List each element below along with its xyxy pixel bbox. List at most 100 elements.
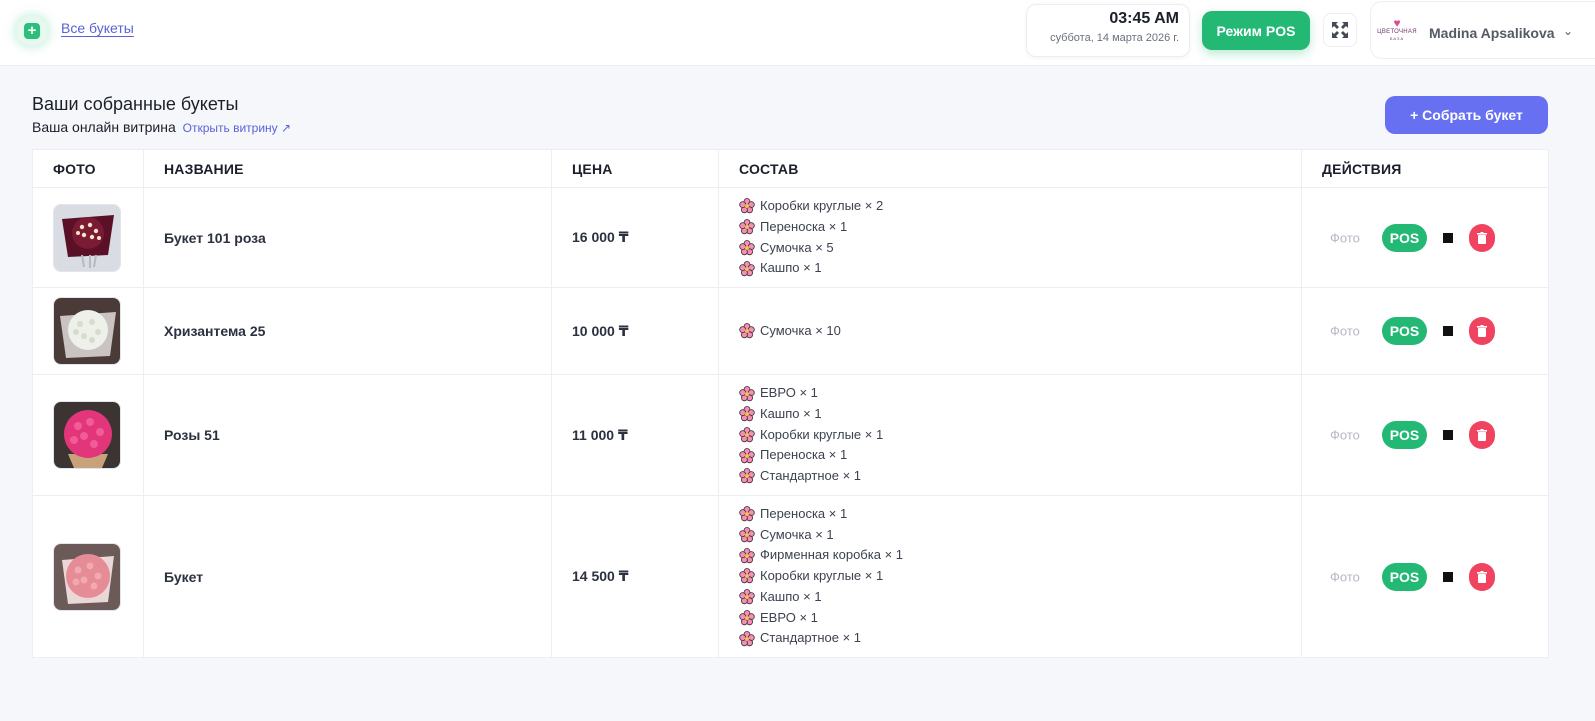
list-item: Коробки круглые × 2 <box>739 196 1301 217</box>
column-header-name: НАЗВАНИЕ <box>143 149 552 188</box>
list-item: Сумочка × 1 <box>739 525 1301 546</box>
build-bouquet-button[interactable]: + Собрать букет <box>1385 96 1548 134</box>
list-item: Коробки круглые × 1 <box>739 566 1301 587</box>
flower-icon <box>739 589 755 605</box>
user-name: Madina Apsalikova <box>1429 25 1555 41</box>
flower-icon <box>739 260 755 276</box>
flower-icon <box>739 547 755 563</box>
photo-action-button[interactable]: Фото <box>1330 428 1360 443</box>
pos-mode-button[interactable]: Режим POS <box>1202 11 1310 50</box>
add-bouquet-button[interactable]: + <box>16 16 48 46</box>
flower-icon <box>739 447 755 463</box>
list-item: Переноска × 1 <box>739 504 1301 525</box>
trash-icon <box>1477 429 1487 441</box>
list-item: Фирменная коробка × 1 <box>739 545 1301 566</box>
trash-icon <box>1477 231 1487 244</box>
bouquet-price: 11 000 ₸ <box>551 374 719 496</box>
list-item: ЕВРО × 1 <box>739 383 1301 404</box>
bouquet-photo[interactable] <box>53 297 121 365</box>
flower-icon <box>739 427 755 443</box>
qr-code-icon[interactable] <box>1443 232 1453 243</box>
row-actions: Фото POS <box>1302 375 1548 495</box>
trash-icon <box>1477 570 1487 583</box>
composition-list: ЕВРО × 1 Кашпо × 1 Коробки круглые × 1 П… <box>739 383 1301 487</box>
fullscreen-button[interactable] <box>1323 13 1357 47</box>
photo-action-button[interactable]: Фото <box>1330 230 1360 245</box>
pos-action-button[interactable]: POS <box>1382 562 1427 591</box>
bouquets-table: ФОТО НАЗВАНИЕ ЦЕНА СОСТАВ ДЕЙСТВИЯ Букет… <box>32 149 1549 658</box>
heart-icon: ♥ <box>1393 16 1401 30</box>
flower-icon <box>739 219 755 235</box>
flower-icon <box>739 198 755 214</box>
flower-icon <box>739 385 755 401</box>
qr-code-icon[interactable] <box>1443 571 1453 582</box>
plus-icon: + <box>24 23 40 39</box>
flower-icon <box>739 323 755 339</box>
all-bouquets-link[interactable]: Все букеты <box>61 20 134 36</box>
delete-button[interactable] <box>1469 223 1495 252</box>
trash-icon <box>1477 325 1487 337</box>
list-item: Стандартное × 1 <box>739 628 1301 649</box>
user-menu[interactable]: ♥ ЦВЕТОЧНАЯ БАЗА Madina Apsalikova ⌄ <box>1370 1 1595 59</box>
list-item: Сумочка × 10 <box>739 321 1301 342</box>
row-actions: Фото POS <box>1302 188 1548 287</box>
bouquet-name: Розы 51 <box>143 374 552 496</box>
list-item: Кашпо × 1 <box>739 404 1301 425</box>
bouquet-photo[interactable] <box>53 401 121 469</box>
table-row: Хризантема 25 10 000 ₸ Сумочка × 10 Фото… <box>32 287 1549 375</box>
list-item: Переноска × 1 <box>739 445 1301 466</box>
flower-icon <box>739 630 755 646</box>
list-item: ЕВРО × 1 <box>739 608 1301 629</box>
pos-action-button[interactable]: POS <box>1382 317 1427 345</box>
qr-code-icon[interactable] <box>1443 430 1453 440</box>
column-header-actions: ДЕЙСТВИЯ <box>1301 149 1549 188</box>
flower-icon <box>739 406 755 422</box>
bouquet-photo[interactable] <box>53 542 121 611</box>
list-item: Переноска × 1 <box>739 217 1301 238</box>
delete-button[interactable] <box>1469 562 1495 591</box>
open-storefront-link[interactable]: Открыть витрину ↗ <box>183 121 291 135</box>
composition-list: Переноска × 1 Сумочка × 1 Фирменная коро… <box>739 504 1301 649</box>
clock-widget: 03:45 AM суббота, 14 марта 2026 г. <box>1026 4 1190 57</box>
list-item: Сумочка × 5 <box>739 238 1301 259</box>
row-actions: Фото POS <box>1302 496 1548 657</box>
flower-icon <box>739 568 755 584</box>
photo-action-button[interactable]: Фото <box>1330 569 1360 584</box>
qr-code-icon[interactable] <box>1443 326 1453 336</box>
page-subtitle: Ваша онлайн витрина Открыть витрину ↗ <box>32 119 291 135</box>
bouquet-price: 10 000 ₸ <box>551 287 719 375</box>
subtitle-text: Ваша онлайн витрина <box>32 119 176 135</box>
row-actions: Фото POS <box>1302 288 1548 374</box>
delete-button[interactable] <box>1469 317 1495 345</box>
table-row: Розы 51 11 000 ₸ ЕВРО × 1 Кашпо × 1 Коро… <box>32 374 1549 496</box>
table-row: Букет 14 500 ₸ Переноска × 1 Сумочка × 1… <box>32 495 1549 658</box>
page-title: Ваши собранные букеты <box>32 94 239 114</box>
column-header-composition: СОСТАВ <box>718 149 1302 188</box>
fullscreen-icon <box>1332 22 1348 38</box>
list-item: Стандартное × 1 <box>739 466 1301 487</box>
pos-action-button[interactable]: POS <box>1382 421 1427 449</box>
delete-button[interactable] <box>1469 421 1495 449</box>
flower-icon <box>739 609 755 626</box>
column-header-photo: ФОТО <box>32 149 144 188</box>
brand-logo: ♥ ЦВЕТОЧНАЯ БАЗА <box>1377 16 1417 41</box>
column-header-price: ЦЕНА <box>551 149 719 188</box>
flower-icon <box>739 468 755 484</box>
list-item: Коробки круглые × 1 <box>739 425 1301 446</box>
list-item: Кашпо × 1 <box>739 587 1301 608</box>
bouquet-price: 16 000 ₸ <box>551 187 719 288</box>
top-bar: + Все букеты 03:45 AM суббота, 14 марта … <box>0 0 1595 66</box>
composition-list: Коробки круглые × 2 Переноска × 1 Сумочк… <box>739 196 1301 279</box>
flower-icon <box>739 527 755 543</box>
bouquet-name: Букет <box>143 495 552 658</box>
flower-icon <box>739 506 755 522</box>
chevron-down-icon: ⌄ <box>1563 24 1574 38</box>
clock-time: 03:45 AM <box>1109 10 1179 27</box>
clock-date: суббота, 14 марта 2026 г. <box>1050 32 1179 44</box>
pos-action-button[interactable]: POS <box>1382 223 1427 252</box>
photo-action-button[interactable]: Фото <box>1330 324 1360 339</box>
table-header-row: ФОТО НАЗВАНИЕ ЦЕНА СОСТАВ ДЕЙСТВИЯ <box>32 149 1549 188</box>
bouquet-name: Букет 101 роза <box>143 187 552 288</box>
bouquet-photo[interactable] <box>53 203 121 272</box>
list-item: Кашпо × 1 <box>739 258 1301 279</box>
